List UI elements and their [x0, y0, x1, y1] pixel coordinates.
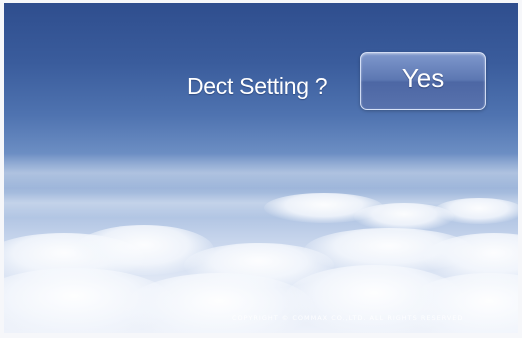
yes-button[interactable]: Yes — [360, 52, 486, 110]
yes-button-label: Yes — [401, 62, 445, 93]
haze-band — [4, 153, 518, 193]
copyright-notice: COPYRIGHT © COMMAX CO.,LTD. ALL RIGHTS R… — [232, 314, 464, 322]
sky-background: Dect Setting ? Yes COPYRIGHT © COMMAX CO… — [4, 3, 518, 333]
device-frame: Dect Setting ? Yes COPYRIGHT © COMMAX CO… — [0, 0, 522, 338]
dect-setting-prompt: Dect Setting ? — [187, 73, 328, 99]
cloud — [434, 198, 518, 224]
